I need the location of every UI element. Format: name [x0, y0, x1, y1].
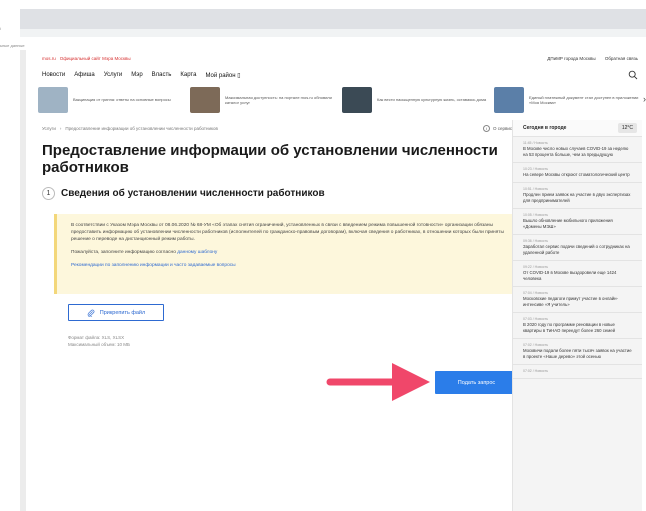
recommendations-link[interactable]: Рекомендации по заполнению информации и …: [71, 262, 509, 269]
news-headline: Московские педагоги примут участие в онл…: [523, 296, 618, 307]
step-badge: 1: [42, 187, 55, 200]
submit-request-button[interactable]: Подать запрос: [435, 371, 518, 394]
nav-item-my-district[interactable]: Мой район ▯: [205, 72, 240, 79]
section-title: Сведения об установлении численности раб…: [61, 188, 325, 199]
news-thumbnail: [190, 87, 220, 113]
news-headline: Вышло обновление мобильного приложения «…: [523, 218, 613, 229]
pointer-arrow-icon: [326, 363, 430, 401]
top-link-feedback[interactable]: Обратная связь: [605, 56, 638, 61]
sidebar-news-item[interactable]: 10:23 / Новость На севере Москвы откроют…: [513, 163, 642, 183]
main-nav: Новости Афиша Услуги Мэр Власть Карта Мо…: [42, 72, 241, 79]
nav-item-mayor[interactable]: Мэр: [131, 72, 142, 79]
browser-address-bar[interactable]: [20, 29, 646, 37]
attach-file-button[interactable]: Прикрепить файл: [68, 304, 164, 321]
news-headline: Заработал сервис подачи сведений о сотру…: [523, 244, 630, 255]
news-strip: Вакцинация от гриппа: ответы на основные…: [38, 86, 644, 116]
nav-item-map[interactable]: Карта: [180, 72, 196, 79]
news-headline: В 2020 году по программе реновации в нов…: [523, 322, 616, 333]
news-thumbnail: [494, 87, 524, 113]
today-sidebar: Сегодня в городе 12°C 11:45 / Новость В …: [512, 120, 642, 511]
file-requirements: Формат файла: XLS, XLSX Максимальный объ…: [68, 334, 130, 348]
file-max-size: Максимальный объем: 10 МБ: [68, 342, 130, 347]
nav-item-news[interactable]: Новости: [42, 72, 65, 79]
temperature-badge: 12°C: [617, 123, 637, 133]
browser-tab-bar: [20, 9, 646, 29]
nav-item-authority[interactable]: Власть: [152, 72, 172, 79]
breadcrumb-current: Предоставление информации об установлени…: [65, 126, 218, 131]
news-card[interactable]: Как вести насыщенную культурную жизнь, о…: [342, 86, 488, 114]
url-hint: i: [0, 26, 1, 31]
notice-text: В соответствии с Указом Мэра Москвы от 0…: [71, 223, 504, 242]
sidebar-news-item[interactable]: 10:51 / Новость Продлен прием заявок на …: [513, 183, 642, 209]
section-header: 1 Сведения об установлении численности р…: [42, 187, 325, 200]
news-meta: 07:02 / Новость: [523, 369, 549, 373]
news-thumbnail: [342, 87, 372, 113]
sidebar-news-item[interactable]: 09:22 / Новость От COVID-19 в Москве выз…: [513, 261, 642, 287]
notice-box: В соответствии с Указом Мэра Москвы от 0…: [54, 214, 519, 294]
sidebar-news-item[interactable]: 09:36 / Новость Заработал сервис подачи …: [513, 235, 642, 261]
paperclip-icon: [87, 309, 95, 317]
info-icon: i: [483, 125, 490, 132]
sidebar-news-item[interactable]: 11:45 / Новость В Москве число новых слу…: [513, 137, 642, 163]
brand-full[interactable]: Официальный сайт Мэра Москвы: [60, 56, 131, 61]
breadcrumb-root[interactable]: Услуги: [42, 126, 56, 131]
saved-data-label: ьные данные: [0, 43, 25, 48]
about-service-link[interactable]: i О сервисе: [483, 125, 515, 132]
notice-template-prefix: Пожалуйста, заполните информацию согласн…: [71, 250, 178, 255]
sidebar-news-item[interactable]: 10:05 / Новость Вышло обновление мобильн…: [513, 209, 642, 235]
brand[interactable]: mos.ru Официальный сайт Мэра Москвы: [42, 56, 131, 61]
news-thumbnail: [38, 87, 68, 113]
news-headline: От COVID-19 в Москве выздоровели еще 142…: [523, 270, 617, 281]
breadcrumb-separator: ›: [59, 126, 62, 131]
attach-file-label: Прикрепить файл: [99, 309, 146, 316]
news-headline: Продлен прием заявок на участие в двух э…: [523, 192, 631, 203]
file-formats: Формат файла: XLS, XLSX: [68, 335, 125, 340]
sidebar-news-item[interactable]: 07:04 / Новость Московские педагоги прим…: [513, 287, 642, 313]
sidebar-header: Сегодня в городе 12°C: [513, 120, 642, 137]
news-card-text: Как вести насыщенную культурную жизнь, о…: [377, 97, 487, 103]
news-card-text: Максимальная доступность: на портале mos…: [225, 94, 332, 106]
template-link[interactable]: данному шаблону: [177, 250, 217, 255]
sidebar-news-item[interactable]: 07:02 / Новость Москвичи подали более пя…: [513, 339, 642, 365]
web-page: mos.ru Официальный сайт Мэра Москвы ДПиМР…: [26, 50, 646, 511]
news-headline: На севере Москвы откроют стоматологическ…: [523, 172, 630, 177]
sidebar-title: Сегодня в городе: [523, 125, 567, 131]
news-card[interactable]: Единый платежный документ стал доступен …: [494, 86, 640, 114]
notice-template-line: Пожалуйста, заполните информацию согласн…: [71, 249, 509, 256]
news-card-text: Единый платежный документ стал доступен …: [529, 94, 639, 106]
brand-short[interactable]: mos.ru: [42, 56, 56, 61]
search-icon[interactable]: [628, 70, 638, 80]
top-links: ДПиМР города Москвы Обратная связь: [539, 56, 638, 61]
page-title: Предоставление информации об установлени…: [42, 142, 498, 176]
screen: i ьные данные mos.ru Официальный сайт Мэр…: [0, 0, 646, 511]
top-link-dpimr[interactable]: ДПиМР города Москвы: [547, 56, 595, 61]
news-headline: В Москве число новых случаев COVID-19 за…: [523, 146, 629, 157]
nav-item-afisha[interactable]: Афиша: [74, 72, 95, 79]
sidebar-news-item[interactable]: 07:03 / Новость В 2020 году по программе…: [513, 313, 642, 339]
news-card-text: Вакцинация от гриппа: ответы на основные…: [73, 97, 171, 103]
sidebar-news-item[interactable]: 07:02 / Новость: [513, 365, 642, 379]
breadcrumb: Услуги › Предоставление информации об уста…: [42, 126, 218, 131]
nav-item-services[interactable]: Услуги: [104, 72, 122, 79]
news-card[interactable]: Вакцинация от гриппа: ответы на основные…: [38, 86, 184, 114]
news-card[interactable]: Максимальная доступность: на портале mos…: [190, 86, 336, 114]
news-headline: Москвичи подали более пяти тысяч заявок …: [523, 348, 632, 359]
